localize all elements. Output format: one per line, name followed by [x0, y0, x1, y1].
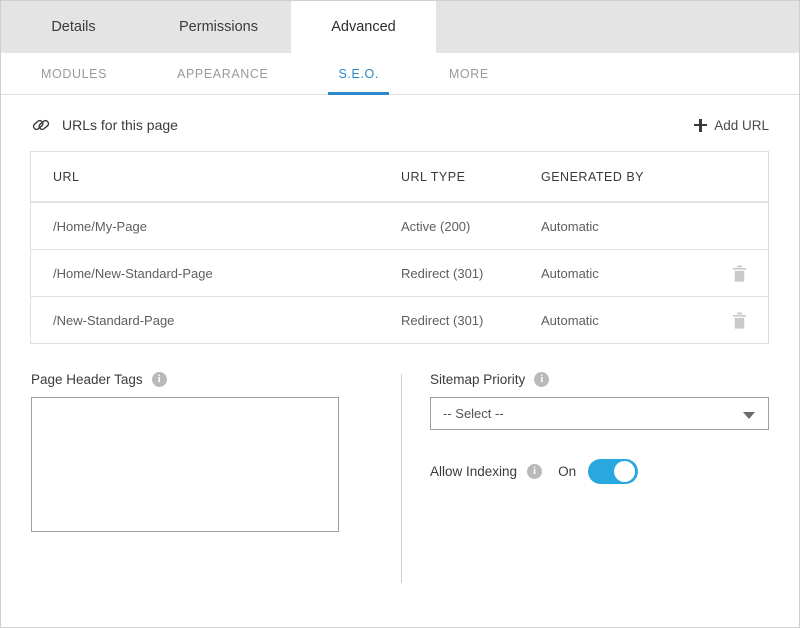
urls-section-header: URLs for this page Add URL — [1, 95, 799, 145]
cell-actions — [710, 312, 768, 329]
subtab-more[interactable]: MORE — [439, 53, 499, 94]
tab-advanced-label: Advanced — [331, 19, 396, 35]
cell-generated-by: Automatic — [541, 313, 710, 328]
delete-url-button[interactable] — [732, 265, 747, 282]
info-icon[interactable]: i — [534, 372, 549, 387]
sitemap-priority-value: -- Select -- — [443, 406, 504, 421]
settings-panel: Page Header Tags i Sitemap Priority i --… — [1, 372, 799, 537]
tab-details-label: Details — [51, 19, 95, 35]
link-icon — [31, 115, 51, 135]
primary-tab-bar: Details Permissions Advanced — [1, 1, 799, 53]
table-header-row: URL URL TYPE GENERATED BY — [31, 152, 768, 202]
sitemap-priority-label: Sitemap Priority — [430, 372, 525, 387]
tab-permissions-label: Permissions — [179, 19, 258, 35]
subtab-appearance-label: APPEARANCE — [177, 67, 268, 81]
subtab-appearance[interactable]: APPEARANCE — [167, 53, 278, 94]
subtab-more-label: MORE — [449, 67, 489, 81]
allow-indexing-label: Allow Indexing — [430, 464, 517, 479]
urls-title-text: URLs for this page — [62, 117, 178, 133]
column-header-generated-by: GENERATED BY — [541, 170, 710, 184]
column-header-url: URL — [53, 170, 401, 184]
allow-indexing-toggle[interactable] — [588, 459, 638, 484]
chevron-down-icon — [743, 412, 755, 419]
allow-indexing-state-label: On — [558, 464, 576, 479]
right-column: Sitemap Priority i -- Select -- Allow In… — [399, 372, 769, 537]
cell-url-type: Active (200) — [401, 219, 541, 234]
cell-url-type: Redirect (301) — [401, 266, 541, 281]
page-header-tags-input[interactable] — [31, 397, 339, 532]
cell-url: /Home/New-Standard-Page — [53, 266, 401, 281]
tab-permissions[interactable]: Permissions — [146, 1, 291, 53]
cell-url: /New-Standard-Page — [53, 313, 401, 328]
cell-url-type: Redirect (301) — [401, 313, 541, 328]
tab-details[interactable]: Details — [1, 1, 146, 53]
tab-advanced[interactable]: Advanced — [291, 1, 436, 53]
sitemap-priority-select[interactable]: -- Select -- — [430, 397, 769, 430]
toggle-knob — [614, 461, 635, 482]
info-icon[interactable]: i — [527, 464, 542, 479]
table-row[interactable]: /Home/New-Standard-Page Redirect (301) A… — [31, 249, 768, 296]
add-url-button[interactable]: Add URL — [694, 118, 769, 133]
column-divider — [401, 374, 402, 583]
page-header-tags-label: Page Header Tags — [31, 372, 143, 387]
urls-table: URL URL TYPE GENERATED BY /Home/My-Page … — [30, 151, 769, 344]
left-column: Page Header Tags i — [31, 372, 399, 537]
page-header-tags-label-group: Page Header Tags i — [31, 372, 371, 387]
add-url-label: Add URL — [714, 118, 769, 133]
subtab-modules[interactable]: MODULES — [31, 53, 117, 94]
subtab-seo[interactable]: S.E.O. — [328, 53, 388, 94]
info-icon[interactable]: i — [152, 372, 167, 387]
subtab-seo-label: S.E.O. — [338, 67, 378, 81]
cell-actions — [710, 265, 768, 282]
subtab-modules-label: MODULES — [41, 67, 107, 81]
allow-indexing-row: Allow Indexing i On — [430, 459, 769, 484]
table-row[interactable]: /Home/My-Page Active (200) Automatic — [31, 202, 768, 249]
urls-title-group: URLs for this page — [31, 115, 178, 135]
cell-generated-by: Automatic — [541, 266, 710, 281]
seo-settings-panel: Details Permissions Advanced MODULES APP… — [0, 0, 800, 628]
delete-url-button[interactable] — [732, 312, 747, 329]
cell-generated-by: Automatic — [541, 219, 710, 234]
table-row[interactable]: /New-Standard-Page Redirect (301) Automa… — [31, 296, 768, 343]
sitemap-priority-label-group: Sitemap Priority i — [430, 372, 769, 387]
secondary-tab-bar: MODULES APPEARANCE S.E.O. MORE — [1, 53, 799, 95]
plus-icon — [694, 119, 707, 132]
column-header-url-type: URL TYPE — [401, 170, 541, 184]
cell-url: /Home/My-Page — [53, 219, 401, 234]
